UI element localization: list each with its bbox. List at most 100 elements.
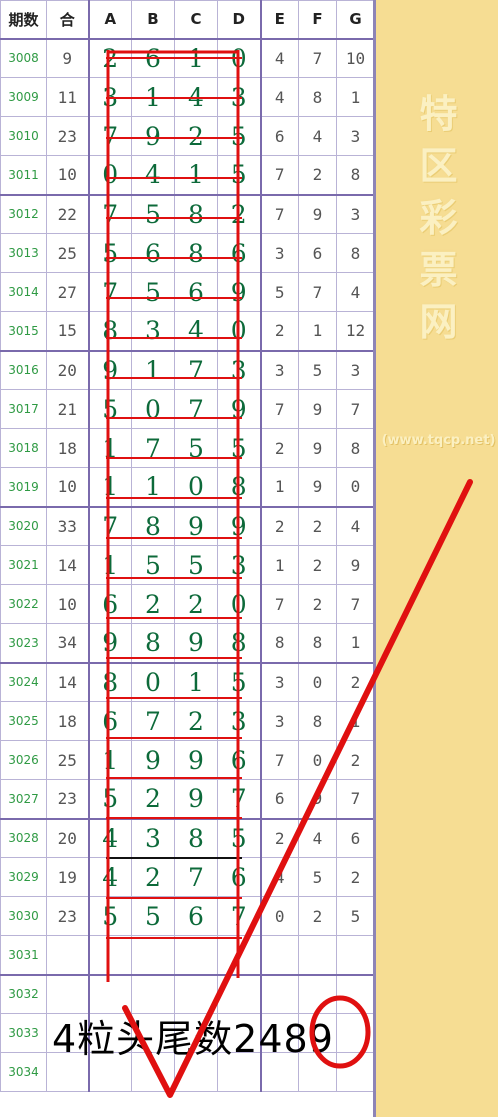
cell-b: 5 xyxy=(131,545,175,585)
lottery-history-table: 期数合 A B C D E F G 3008 9 2 6 1 0 4 7 10 3009 11 3 1 4 3 4 8 1 3010… xyxy=(0,0,375,1092)
cell-b: 3 xyxy=(131,311,175,352)
watermark-panel: 特 区 彩 票 网 (www.tqcp.net) xyxy=(373,0,498,1117)
cell-c xyxy=(174,935,218,976)
table-row: 3026 25 1 9 9 6 7 0 2 xyxy=(0,740,375,780)
cell-a: 1 xyxy=(88,467,132,508)
cell-sum: 23 xyxy=(46,116,90,156)
table-row: 3028 20 4 3 8 5 2 4 6 xyxy=(0,818,375,858)
header-d: D xyxy=(217,0,262,40)
cell-a: 8 xyxy=(88,311,132,352)
table-row: 3012 22 7 5 8 2 7 9 3 xyxy=(0,194,375,234)
table-row: 3013 25 5 6 8 6 3 6 8 xyxy=(0,233,375,273)
cell-b: 0 xyxy=(131,389,175,429)
cell-sum xyxy=(46,935,90,976)
cell-g xyxy=(336,935,375,976)
cell-a: 7 xyxy=(88,506,132,546)
table-row: 3015 15 8 3 4 0 2 1 12 xyxy=(0,311,375,352)
cell-c: 5 xyxy=(174,428,218,468)
cell-g: 2 xyxy=(336,740,375,780)
cell-d: 3 xyxy=(217,77,262,117)
cell-a: 2 xyxy=(88,38,132,78)
cell-sum: 27 xyxy=(46,272,90,312)
cell-sum: 10 xyxy=(46,155,90,196)
cell-sum: 14 xyxy=(46,662,90,702)
cell-d: 5 xyxy=(217,818,262,858)
cell-a: 7 xyxy=(88,194,132,234)
cell-g: 8 xyxy=(336,233,375,273)
cell-a: 1 xyxy=(88,428,132,468)
cell-sum: 18 xyxy=(46,701,90,741)
cell-g: 8 xyxy=(336,155,375,196)
cell-a: 5 xyxy=(88,896,132,936)
cell-issue: 3018 xyxy=(0,428,47,468)
cell-issue: 3024 xyxy=(0,662,47,702)
cell-g: 3 xyxy=(336,194,375,234)
cell-issue: 3021 xyxy=(0,545,47,585)
cell-c: 0 xyxy=(174,467,218,508)
cell-a: 5 xyxy=(88,233,132,273)
cell-g xyxy=(336,974,375,1014)
cell-d: 6 xyxy=(217,740,262,780)
cell-f: 7 xyxy=(298,272,337,312)
table-row: 3016 20 9 1 7 3 3 5 3 xyxy=(0,350,375,390)
cell-issue: 3028 xyxy=(0,818,47,858)
cell-issue: 3029 xyxy=(0,857,47,897)
cell-sum: 22 xyxy=(46,194,90,234)
table-row: 3022 10 6 2 2 0 7 2 7 xyxy=(0,584,375,624)
cell-b: 2 xyxy=(131,857,175,897)
table-row: 3027 23 5 2 9 7 6 9 7 xyxy=(0,779,375,820)
cell-g: 9 xyxy=(336,545,375,585)
table-row: 3010 23 7 9 2 5 6 4 3 xyxy=(0,116,375,156)
cell-g: 7 xyxy=(336,779,375,820)
cell-d: 0 xyxy=(217,311,262,352)
cell-b: 1 xyxy=(131,350,175,390)
cell-sum: 11 xyxy=(46,77,90,117)
cell-f: 2 xyxy=(298,584,337,624)
cell-b: 5 xyxy=(131,272,175,312)
cell-c: 8 xyxy=(174,818,218,858)
cell-sum: 19 xyxy=(46,857,90,897)
cell-b: 2 xyxy=(131,779,175,820)
cell-b: 0 xyxy=(131,662,175,702)
cell-g: 5 xyxy=(336,896,375,936)
cell-d: 5 xyxy=(217,155,262,196)
cell-c: 4 xyxy=(174,311,218,352)
cell-d: 9 xyxy=(217,389,262,429)
cell-c: 8 xyxy=(174,233,218,273)
cell-sum: 23 xyxy=(46,896,90,936)
cell-e: 2 xyxy=(260,506,299,546)
cell-a: 7 xyxy=(88,116,132,156)
cell-b: 5 xyxy=(131,194,175,234)
cell-f: 8 xyxy=(298,77,337,117)
cell-e: 6 xyxy=(260,116,299,156)
table-row: 3011 10 0 4 1 5 7 2 8 xyxy=(0,155,375,196)
cell-sum: 25 xyxy=(46,233,90,273)
cell-g: 7 xyxy=(336,584,375,624)
cell-b: 5 xyxy=(131,896,175,936)
cell-a: 4 xyxy=(88,857,132,897)
cell-e: 7 xyxy=(260,584,299,624)
cell-b: 6 xyxy=(131,38,175,78)
cell-c: 1 xyxy=(174,38,218,78)
cell-sum: 25 xyxy=(46,740,90,780)
cell-b: 7 xyxy=(131,701,175,741)
cell-d: 3 xyxy=(217,545,262,585)
cell-sum: 34 xyxy=(46,623,90,664)
cell-issue: 3022 xyxy=(0,584,47,624)
header-sum: 合 xyxy=(46,0,90,40)
header-b: B xyxy=(131,0,175,40)
cell-d: 5 xyxy=(217,116,262,156)
cell-sum: 23 xyxy=(46,779,90,820)
cell-d xyxy=(217,935,262,976)
cell-f: 2 xyxy=(298,545,337,585)
cell-d: 9 xyxy=(217,272,262,312)
header-e: E xyxy=(260,0,299,40)
cell-d: 8 xyxy=(217,623,262,664)
table-row: 3008 9 2 6 1 0 4 7 10 xyxy=(0,38,375,78)
cell-f: 2 xyxy=(298,896,337,936)
cell-sum: 10 xyxy=(46,584,90,624)
prediction-note: 4粒头尾数2489 xyxy=(52,1017,334,1061)
cell-issue: 3015 xyxy=(0,311,47,352)
cell-issue: 3008 xyxy=(0,38,47,78)
watermark-text: 特 区 彩 票 网 xyxy=(376,88,498,348)
